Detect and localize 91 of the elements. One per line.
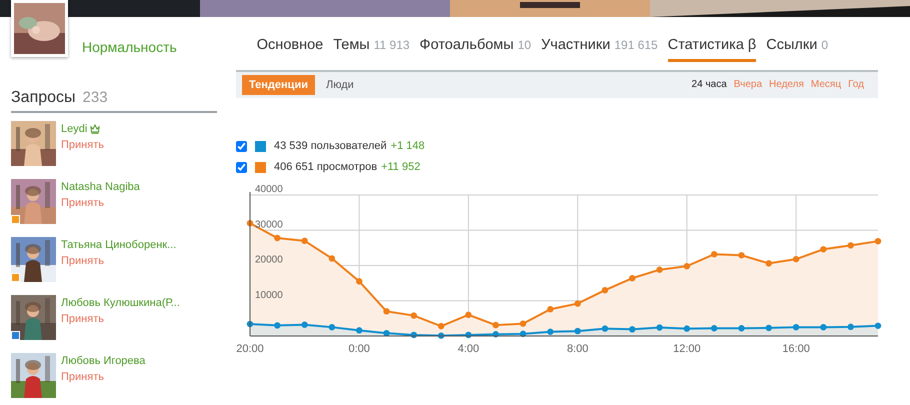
- view-tab[interactable]: Люди: [318, 74, 361, 95]
- nav-tab[interactable]: Участники 191 615: [541, 35, 658, 62]
- axis-label: 0:00: [348, 342, 370, 355]
- data-point: [710, 250, 718, 258]
- data-point: [383, 330, 390, 336]
- data-point: [328, 255, 336, 262]
- data-point: [492, 330, 499, 338]
- data-point: [848, 323, 854, 330]
- series-checkbox[interactable]: [236, 140, 247, 152]
- data-point: [766, 324, 772, 331]
- data-point: [574, 300, 581, 307]
- data-point: [301, 237, 308, 244]
- requests-count: 233: [82, 88, 108, 108]
- member-name[interactable]: Leydi: [61, 120, 88, 137]
- legend-label: 43 539 пользователей: [274, 138, 387, 154]
- axis-label: 20:00: [236, 342, 264, 355]
- accept-link[interactable]: Принять: [61, 136, 104, 153]
- data-point: [410, 312, 418, 318]
- axis-label: 16:00: [782, 342, 810, 355]
- data-point: [301, 321, 308, 328]
- data-point: [520, 320, 526, 327]
- data-point: [274, 322, 280, 328]
- requests-title: Запросы: [11, 88, 76, 108]
- axis-label: 10000: [255, 290, 283, 300]
- data-point: [246, 220, 254, 226]
- axis-label: 8:00: [566, 342, 588, 355]
- axis-label: 20000: [255, 254, 283, 266]
- period-link[interactable]: Год: [848, 77, 864, 92]
- data-point: [520, 330, 526, 337]
- data-point: [766, 260, 772, 266]
- data-point: [246, 320, 254, 327]
- data-point: [710, 324, 718, 332]
- data-point: [684, 325, 690, 332]
- data-point: [547, 328, 554, 335]
- nav-tab[interactable]: Фотоальбомы 10: [420, 35, 532, 62]
- nav-tab[interactable]: Темы 11 913: [333, 35, 410, 62]
- data-point: [602, 286, 608, 294]
- data-point: [684, 262, 690, 270]
- data-point: [792, 256, 800, 262]
- member-name[interactable]: Любовь Игорева: [61, 352, 146, 369]
- data-point: [820, 324, 827, 330]
- nav-tab[interactable]: Статистика β: [668, 35, 756, 62]
- nav-tab[interactable]: Ссылки 0: [766, 35, 828, 62]
- member-name[interactable]: Татьяна Циноборенк...: [61, 236, 176, 253]
- data-point: [629, 326, 636, 332]
- period-link[interactable]: Вчера: [734, 77, 762, 92]
- legend-delta: +11 952: [381, 160, 420, 176]
- accept-link[interactable]: Принять: [61, 310, 180, 327]
- data-point: [629, 274, 636, 282]
- period-link[interactable]: Месяц: [810, 77, 842, 92]
- data-point: [656, 324, 663, 330]
- data-point: [492, 322, 499, 328]
- data-point: [547, 306, 554, 312]
- data-point: [792, 324, 800, 330]
- data-point: [356, 326, 362, 334]
- data-point: [738, 324, 745, 332]
- legend-delta: +1 148: [390, 138, 425, 154]
- data-point: [274, 234, 280, 241]
- data-point: [656, 266, 663, 273]
- data-point: [356, 278, 362, 284]
- member-name[interactable]: Любовь Кулюшкина(Р...: [61, 294, 180, 311]
- data-point: [848, 242, 854, 248]
- axis-label: 4:00: [458, 342, 480, 355]
- group-avatar[interactable]: [11, 0, 68, 57]
- data-point: [438, 322, 444, 330]
- data-point: [328, 324, 336, 330]
- accept-link[interactable]: Принять: [61, 194, 140, 211]
- data-point: [465, 332, 472, 338]
- data-point: [438, 332, 444, 339]
- series-checkbox[interactable]: [236, 162, 247, 173]
- axis-label: 30000: [255, 219, 283, 230]
- data-point: [410, 332, 418, 338]
- axis-label: 40000: [255, 184, 283, 195]
- data-point: [383, 308, 390, 314]
- data-point: [602, 325, 608, 332]
- group-name[interactable]: Нормальность: [82, 37, 177, 58]
- view-tab[interactable]: Тенденции: [242, 74, 315, 95]
- accept-link[interactable]: Принять: [61, 368, 146, 385]
- member-name[interactable]: Natasha Nagiba: [61, 178, 140, 195]
- accept-link[interactable]: Принять: [61, 252, 176, 269]
- nav-tab[interactable]: Основное: [256, 35, 324, 62]
- period-link[interactable]: Неделя: [769, 77, 804, 92]
- data-point: [574, 328, 581, 334]
- data-point: [820, 246, 827, 252]
- legend-label: 406 651 просмотров: [274, 160, 378, 176]
- data-point: [738, 252, 745, 258]
- period-link[interactable]: 24 часа: [692, 77, 727, 92]
- data-point: [874, 322, 882, 329]
- axis-label: 12:00: [673, 342, 701, 355]
- data-point: [465, 311, 472, 318]
- data-point: [874, 238, 882, 244]
